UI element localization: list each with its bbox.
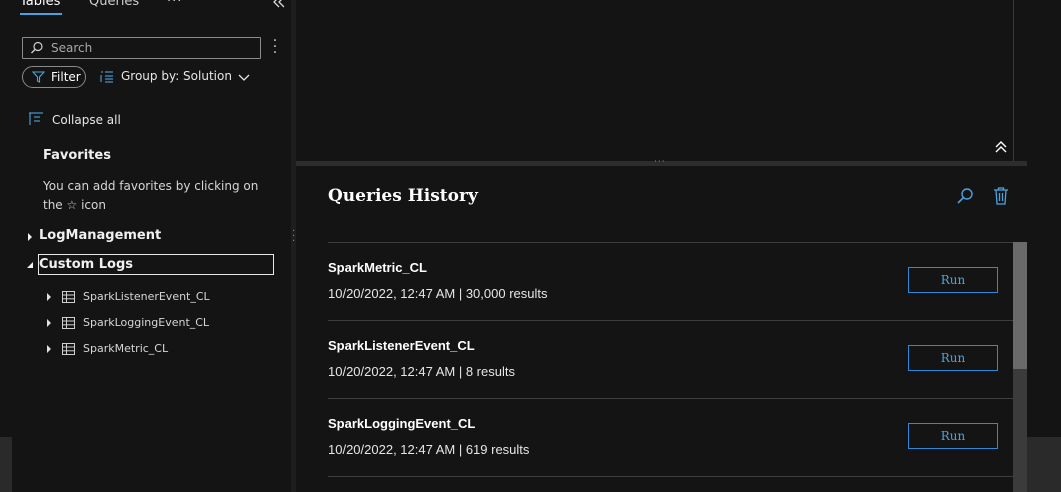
history-row-name: SparkMetric_CL [328, 260, 427, 275]
group-by-icon [100, 71, 114, 86]
history-row-name: SparkListenerEvent_CL [328, 338, 475, 353]
history-scrollbar-thumb[interactable] [1013, 242, 1027, 369]
tables-panel: Tables Queries ··· ··· Filter Group by: … [0, 0, 292, 492]
collapse-all-icon [28, 112, 44, 129]
history-row: SparkLoggingEvent_CL 10/20/2022, 12:47 A… [328, 398, 1013, 476]
right-edge [1027, 0, 1061, 492]
queries-history-panel: Queries History SparkMetric_CL 10/20/202… [296, 166, 1027, 492]
search-box [22, 37, 261, 59]
trash-icon[interactable] [993, 187, 1009, 209]
run-button[interactable]: Run [908, 267, 998, 293]
history-row: SparkListenerEvent_CL 10/20/2022, 12:47 … [328, 320, 1013, 398]
history-row-meta: 10/20/2022, 12:47 AM | 8 results [328, 364, 515, 379]
double-chevron-left-icon[interactable] [272, 0, 286, 12]
history-row-name: SparkLoggingEvent_CL [328, 416, 476, 431]
caret-down-icon [26, 260, 34, 275]
table-icon [62, 343, 75, 358]
tab-bar: Tables Queries ··· [0, 0, 291, 20]
filter-button[interactable]: Filter [22, 66, 86, 88]
active-tab-indicator [20, 13, 62, 15]
table-icon [62, 291, 75, 306]
chevron-down-icon [238, 71, 250, 85]
bottom-left-strip [0, 437, 12, 492]
table-name: SparkListenerEvent_CL [83, 290, 210, 303]
tab-queries[interactable]: Queries [89, 0, 139, 9]
tree-group-label: LogManagement [39, 228, 162, 243]
kebab-icon[interactable]: · · · [270, 34, 280, 60]
search-icon [30, 40, 44, 59]
collapse-all-label: Collapse all [52, 113, 121, 127]
double-chevron-up-icon[interactable] [995, 139, 1007, 158]
favorites-heading: Favorites [43, 148, 111, 163]
history-row-meta: 10/20/2022, 12:47 AM | 30,000 results [328, 286, 548, 301]
filter-label: Filter [51, 70, 81, 84]
more-tabs-button[interactable]: ··· [167, 0, 182, 9]
history-row: SparkMetric_CL 10/20/2022, 12:47 AM | 30… [328, 242, 1013, 320]
run-button[interactable]: Run [908, 423, 998, 449]
tree-group-label: Custom Logs [39, 257, 134, 272]
right-edge-strip [1027, 437, 1061, 492]
caret-right-icon [26, 231, 34, 246]
row-divider [328, 476, 1013, 477]
tab-tables[interactable]: Tables [20, 0, 60, 9]
table-icon [62, 317, 75, 332]
caret-right-icon[interactable] [45, 292, 53, 305]
history-title: Queries History [328, 186, 478, 206]
search-input[interactable] [51, 38, 251, 58]
table-name: SparkLoggingEvent_CL [83, 316, 210, 329]
search-icon[interactable] [956, 187, 974, 209]
query-editor[interactable] [296, 0, 1014, 161]
caret-right-icon[interactable] [45, 318, 53, 331]
caret-right-icon[interactable] [45, 344, 53, 357]
table-name: SparkMetric_CL [83, 342, 169, 355]
favorites-hint: You can add favorites by clicking on the… [43, 179, 259, 212]
splitter-grip-icon[interactable]: ··· [292, 227, 295, 247]
run-button[interactable]: Run [908, 345, 998, 371]
group-by-label: Group by: Solution [121, 69, 232, 83]
filter-icon [31, 71, 46, 86]
history-row-meta: 10/20/2022, 12:47 AM | 619 results [328, 442, 530, 457]
